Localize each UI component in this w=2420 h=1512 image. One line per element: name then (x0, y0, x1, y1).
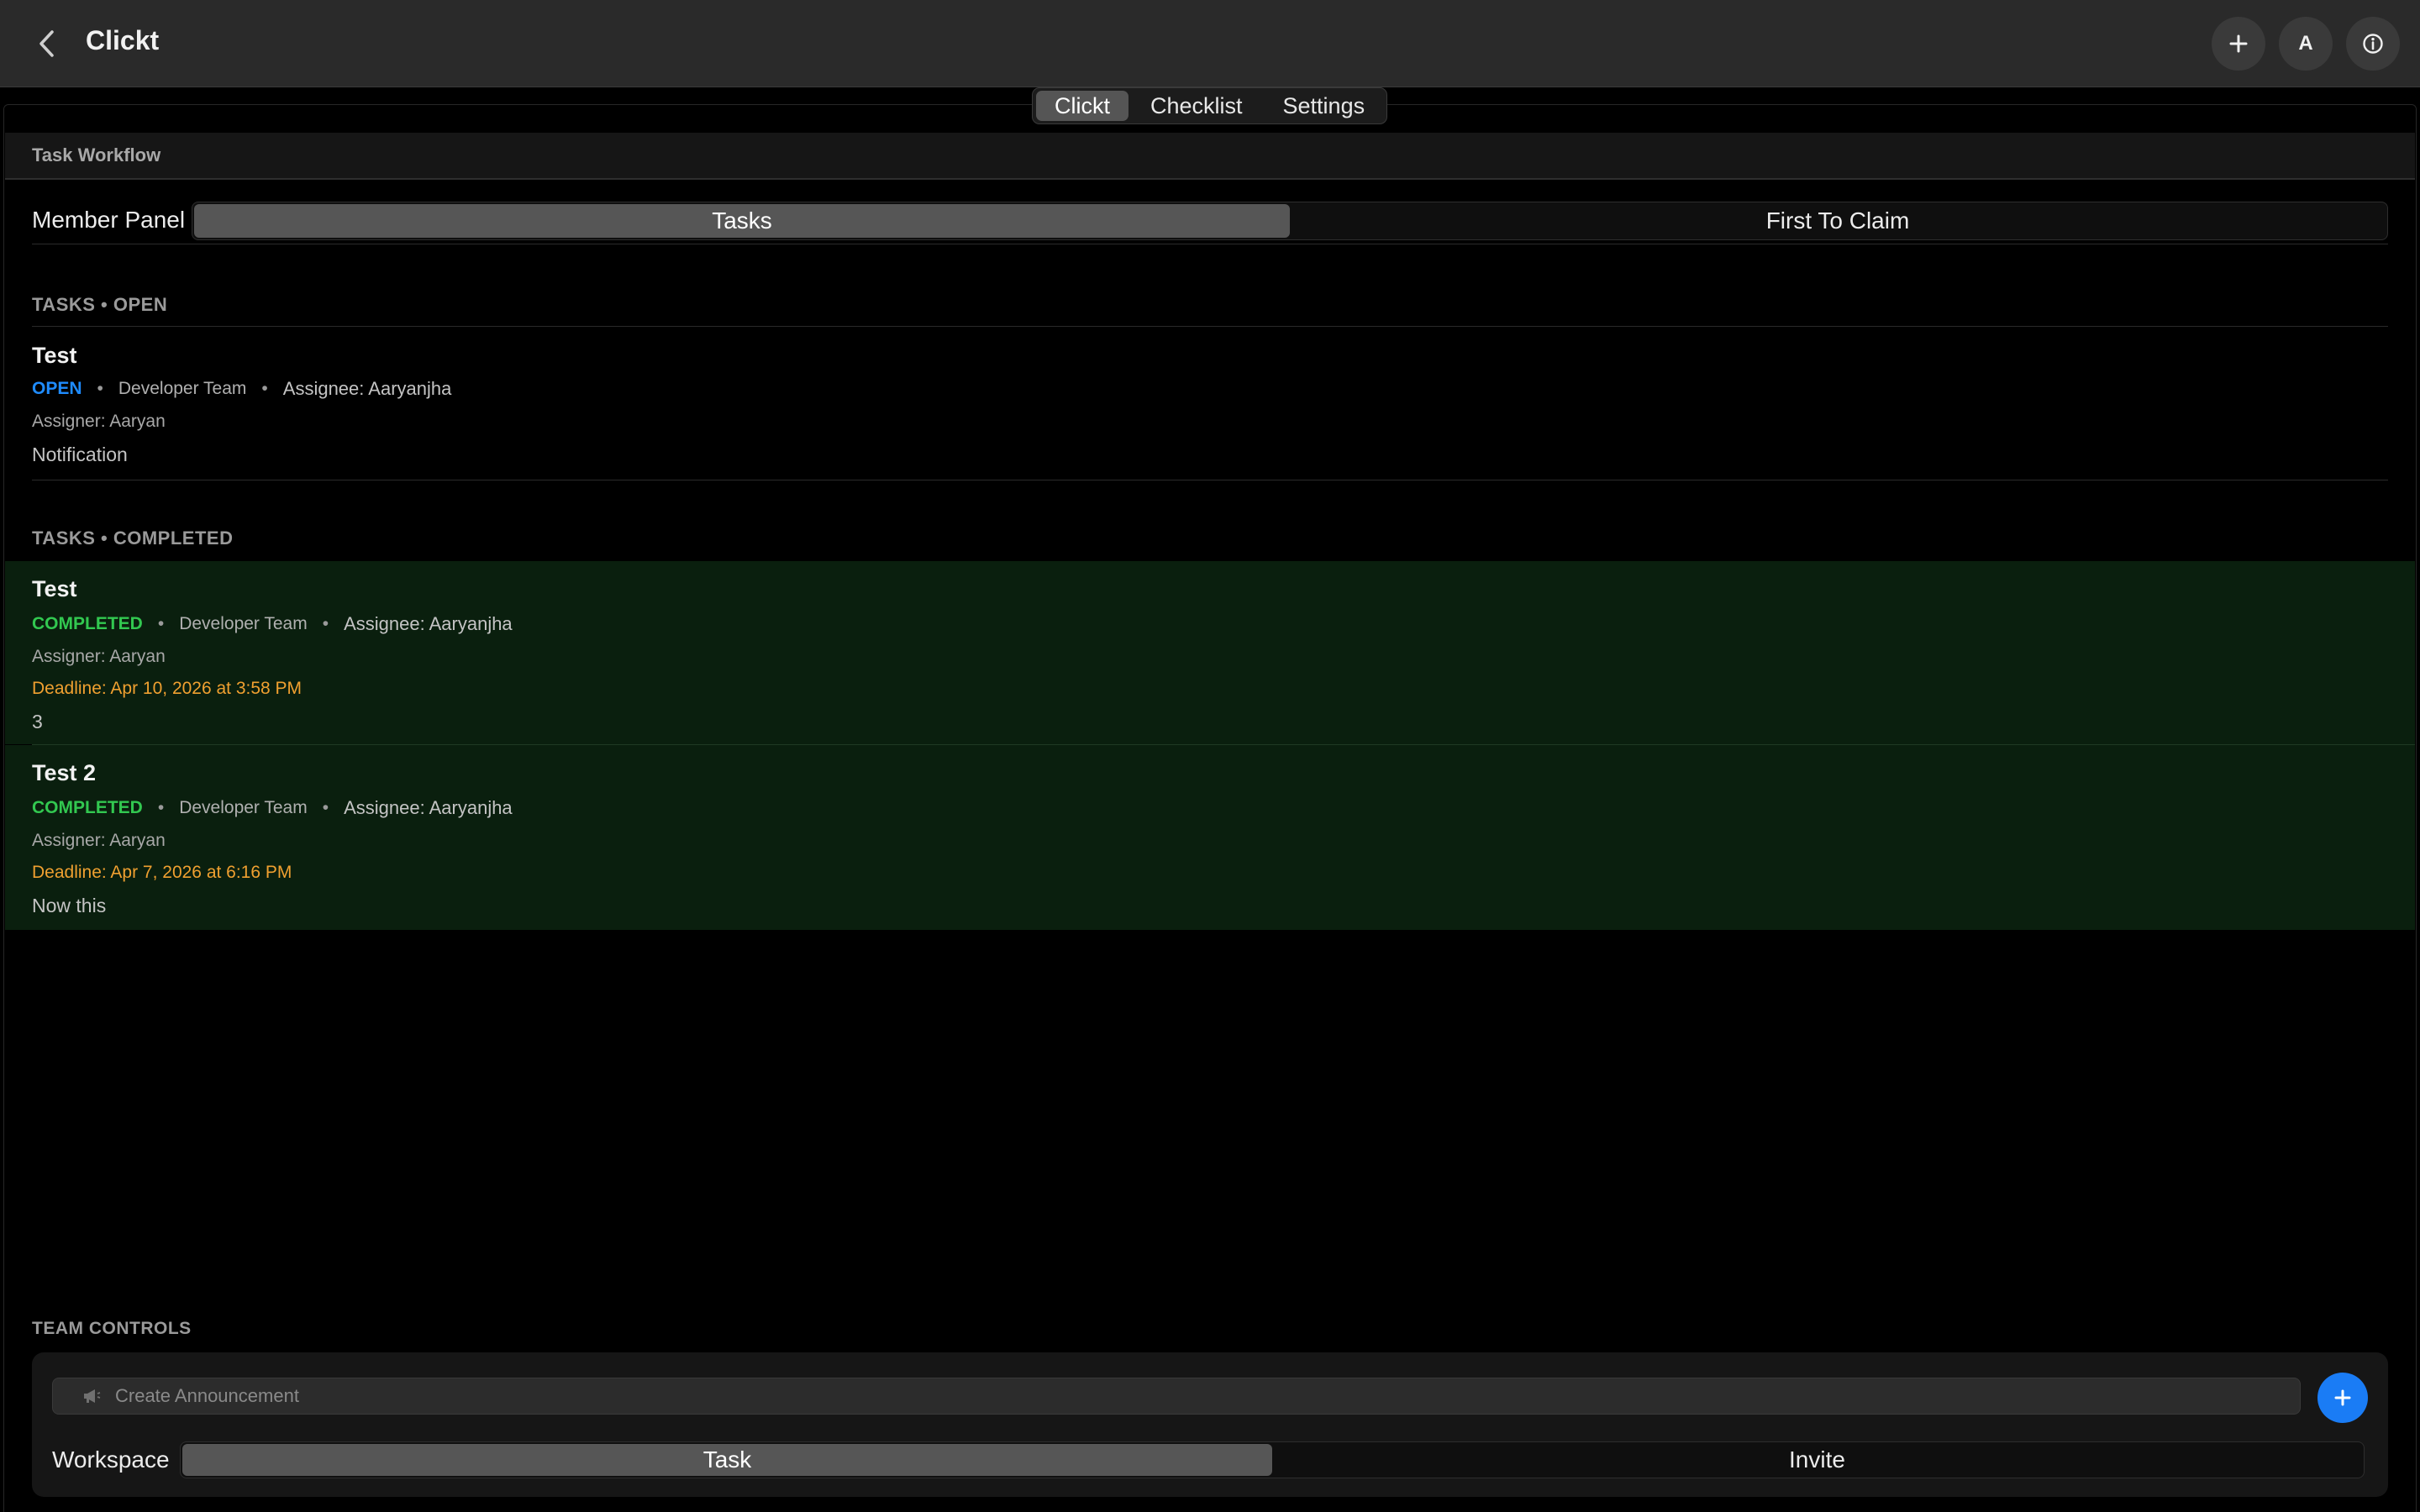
plus-icon (2334, 1389, 2351, 1406)
create-announcement-input[interactable] (115, 1385, 2300, 1407)
member-panel-segmented-control: Tasks First To Claim (192, 202, 2388, 240)
task-note: 3 (32, 711, 43, 732)
task-title: Test (32, 343, 77, 368)
add-button[interactable] (2212, 17, 2265, 71)
workspace-segmented-control: Task Invite (180, 1441, 2365, 1478)
status-badge: COMPLETED (32, 798, 143, 817)
app-window: Clickt A Clickt Checklist Settings Task … (0, 0, 2420, 1512)
task-assignee: Assignee: Aaryanjha (344, 797, 513, 818)
status-badge: COMPLETED (32, 614, 143, 633)
task-deadline: Deadline: Apr 10, 2026 at 3:58 PM (32, 679, 302, 698)
section-header: Task Workflow (5, 133, 2415, 180)
task-note: Notification (32, 444, 128, 465)
open-task-row[interactable]: Test OPEN • Developer Team • Assignee: A… (5, 333, 2415, 480)
member-panel-option-tasks[interactable]: Tasks (194, 204, 1290, 238)
task-title: Test (32, 576, 77, 601)
completed-task-row[interactable]: Test 2 COMPLETED • Developer Team • Assi… (5, 745, 2415, 930)
task-assigner: Assigner: Aaryan (32, 412, 166, 431)
window-title: Clickt (86, 25, 160, 55)
task-team: Developer Team (118, 379, 247, 398)
open-tasks-heading: TASKS • OPEN (32, 294, 168, 315)
section-title: Task Workflow (32, 144, 161, 165)
completed-task-row[interactable]: Test COMPLETED • Developer Team • Assign… (5, 561, 2415, 744)
task-meta: COMPLETED • Developer Team • Assignee: A… (32, 613, 513, 634)
top-tab-bar: Clickt Checklist Settings (1032, 87, 1388, 124)
task-assignee: Assignee: Aaryanjha (282, 378, 452, 399)
task-meta: COMPLETED • Developer Team • Assignee: A… (32, 797, 513, 818)
send-announcement-button[interactable] (2317, 1373, 2368, 1423)
workspace-option-invite[interactable]: Invite (1272, 1444, 2362, 1476)
info-icon (2363, 34, 2383, 54)
tab-checklist[interactable]: Checklist (1132, 91, 1261, 121)
task-assigner: Assigner: Aaryan (32, 647, 166, 666)
back-chevron-icon (39, 30, 54, 57)
plus-icon (2229, 34, 2248, 53)
tab-clickt[interactable]: Clickt (1036, 91, 1128, 121)
title-bar: Clickt A (0, 0, 2420, 87)
back-button[interactable] (25, 22, 69, 66)
announcement-input-wrapper (52, 1378, 2301, 1415)
workspace-label: Workspace (52, 1446, 170, 1473)
task-assigner: Assigner: Aaryan (32, 831, 166, 850)
task-assignee: Assignee: Aaryanjha (344, 613, 513, 634)
info-button[interactable] (2346, 17, 2400, 71)
member-panel-option-first-to-claim[interactable]: First To Claim (1290, 204, 2386, 238)
task-meta: OPEN • Developer Team • Assignee: Aaryan… (32, 378, 452, 399)
team-controls-panel: Workspace Task Invite (32, 1352, 2388, 1497)
member-panel-label: Member Panel (32, 207, 186, 233)
completed-tasks-heading: TASKS • COMPLETED (32, 528, 234, 549)
divider (32, 326, 2388, 327)
task-deadline: Deadline: Apr 7, 2026 at 6:16 PM (32, 863, 292, 882)
task-note: Now this (32, 895, 107, 916)
megaphone-icon (84, 1389, 101, 1403)
task-team: Developer Team (179, 614, 308, 633)
account-avatar-button[interactable]: A (2279, 17, 2333, 71)
team-controls-heading: TEAM CONTROLS (32, 1319, 192, 1338)
status-badge: OPEN (32, 379, 82, 398)
task-team: Developer Team (179, 798, 308, 817)
task-title: Test 2 (32, 760, 97, 785)
tab-settings[interactable]: Settings (1265, 91, 1384, 121)
workspace-option-task[interactable]: Task (182, 1444, 1272, 1476)
